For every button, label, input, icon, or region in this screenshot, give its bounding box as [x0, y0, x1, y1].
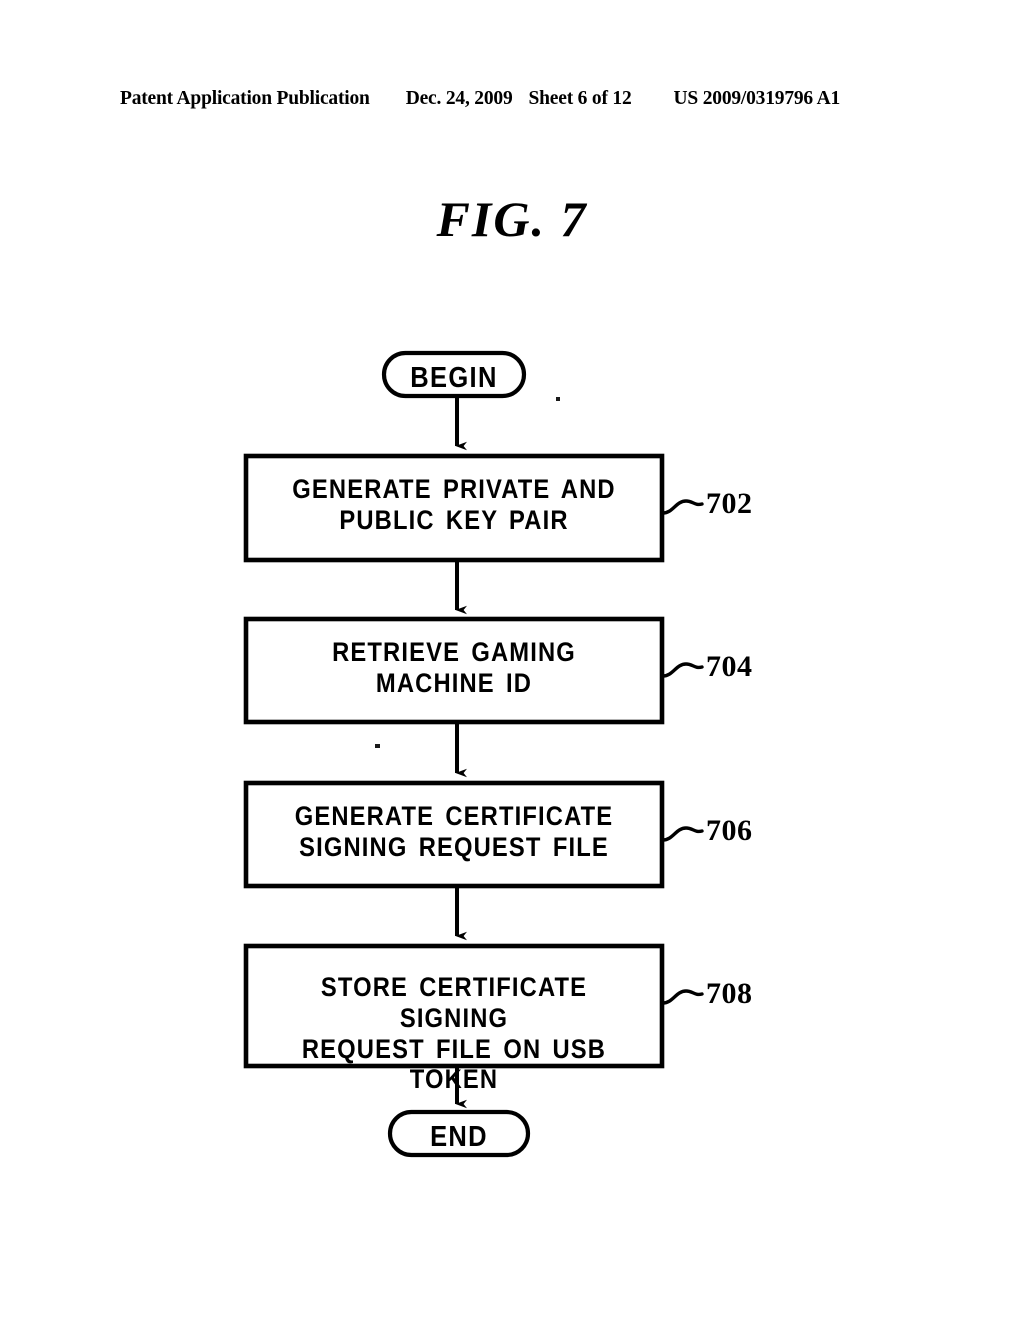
reference-numeral-706: 706: [706, 814, 753, 847]
leader-line-704: [661, 662, 704, 678]
begin-node-label: BEGIN: [410, 362, 498, 394]
reference-numeral-704: 704: [706, 650, 753, 683]
flowchart-diagram: BEGIN GENERATE PRIVATE AND PUBLIC KEY PA…: [0, 0, 1024, 1320]
reference-numeral-708: 708: [706, 977, 753, 1010]
scan-speck-artifact: [375, 744, 380, 748]
reference-numeral-702: 702: [706, 487, 753, 520]
leader-line-706: [661, 826, 704, 842]
leader-line-702: [661, 499, 704, 515]
scan-speck-artifact: [556, 397, 560, 401]
step-706-label: GENERATE CERTIFICATE SIGNING REQUEST FIL…: [294, 801, 614, 862]
step-708-label: STORE CERTIFICATE SIGNING REQUEST FILE O…: [301, 972, 607, 1095]
end-node-label: END: [430, 1121, 488, 1153]
leader-line-708: [661, 989, 704, 1005]
step-702-label: GENERATE PRIVATE AND PUBLIC KEY PAIR: [292, 474, 616, 535]
step-704-label: RETRIEVE GAMING MACHINE ID: [332, 637, 576, 698]
